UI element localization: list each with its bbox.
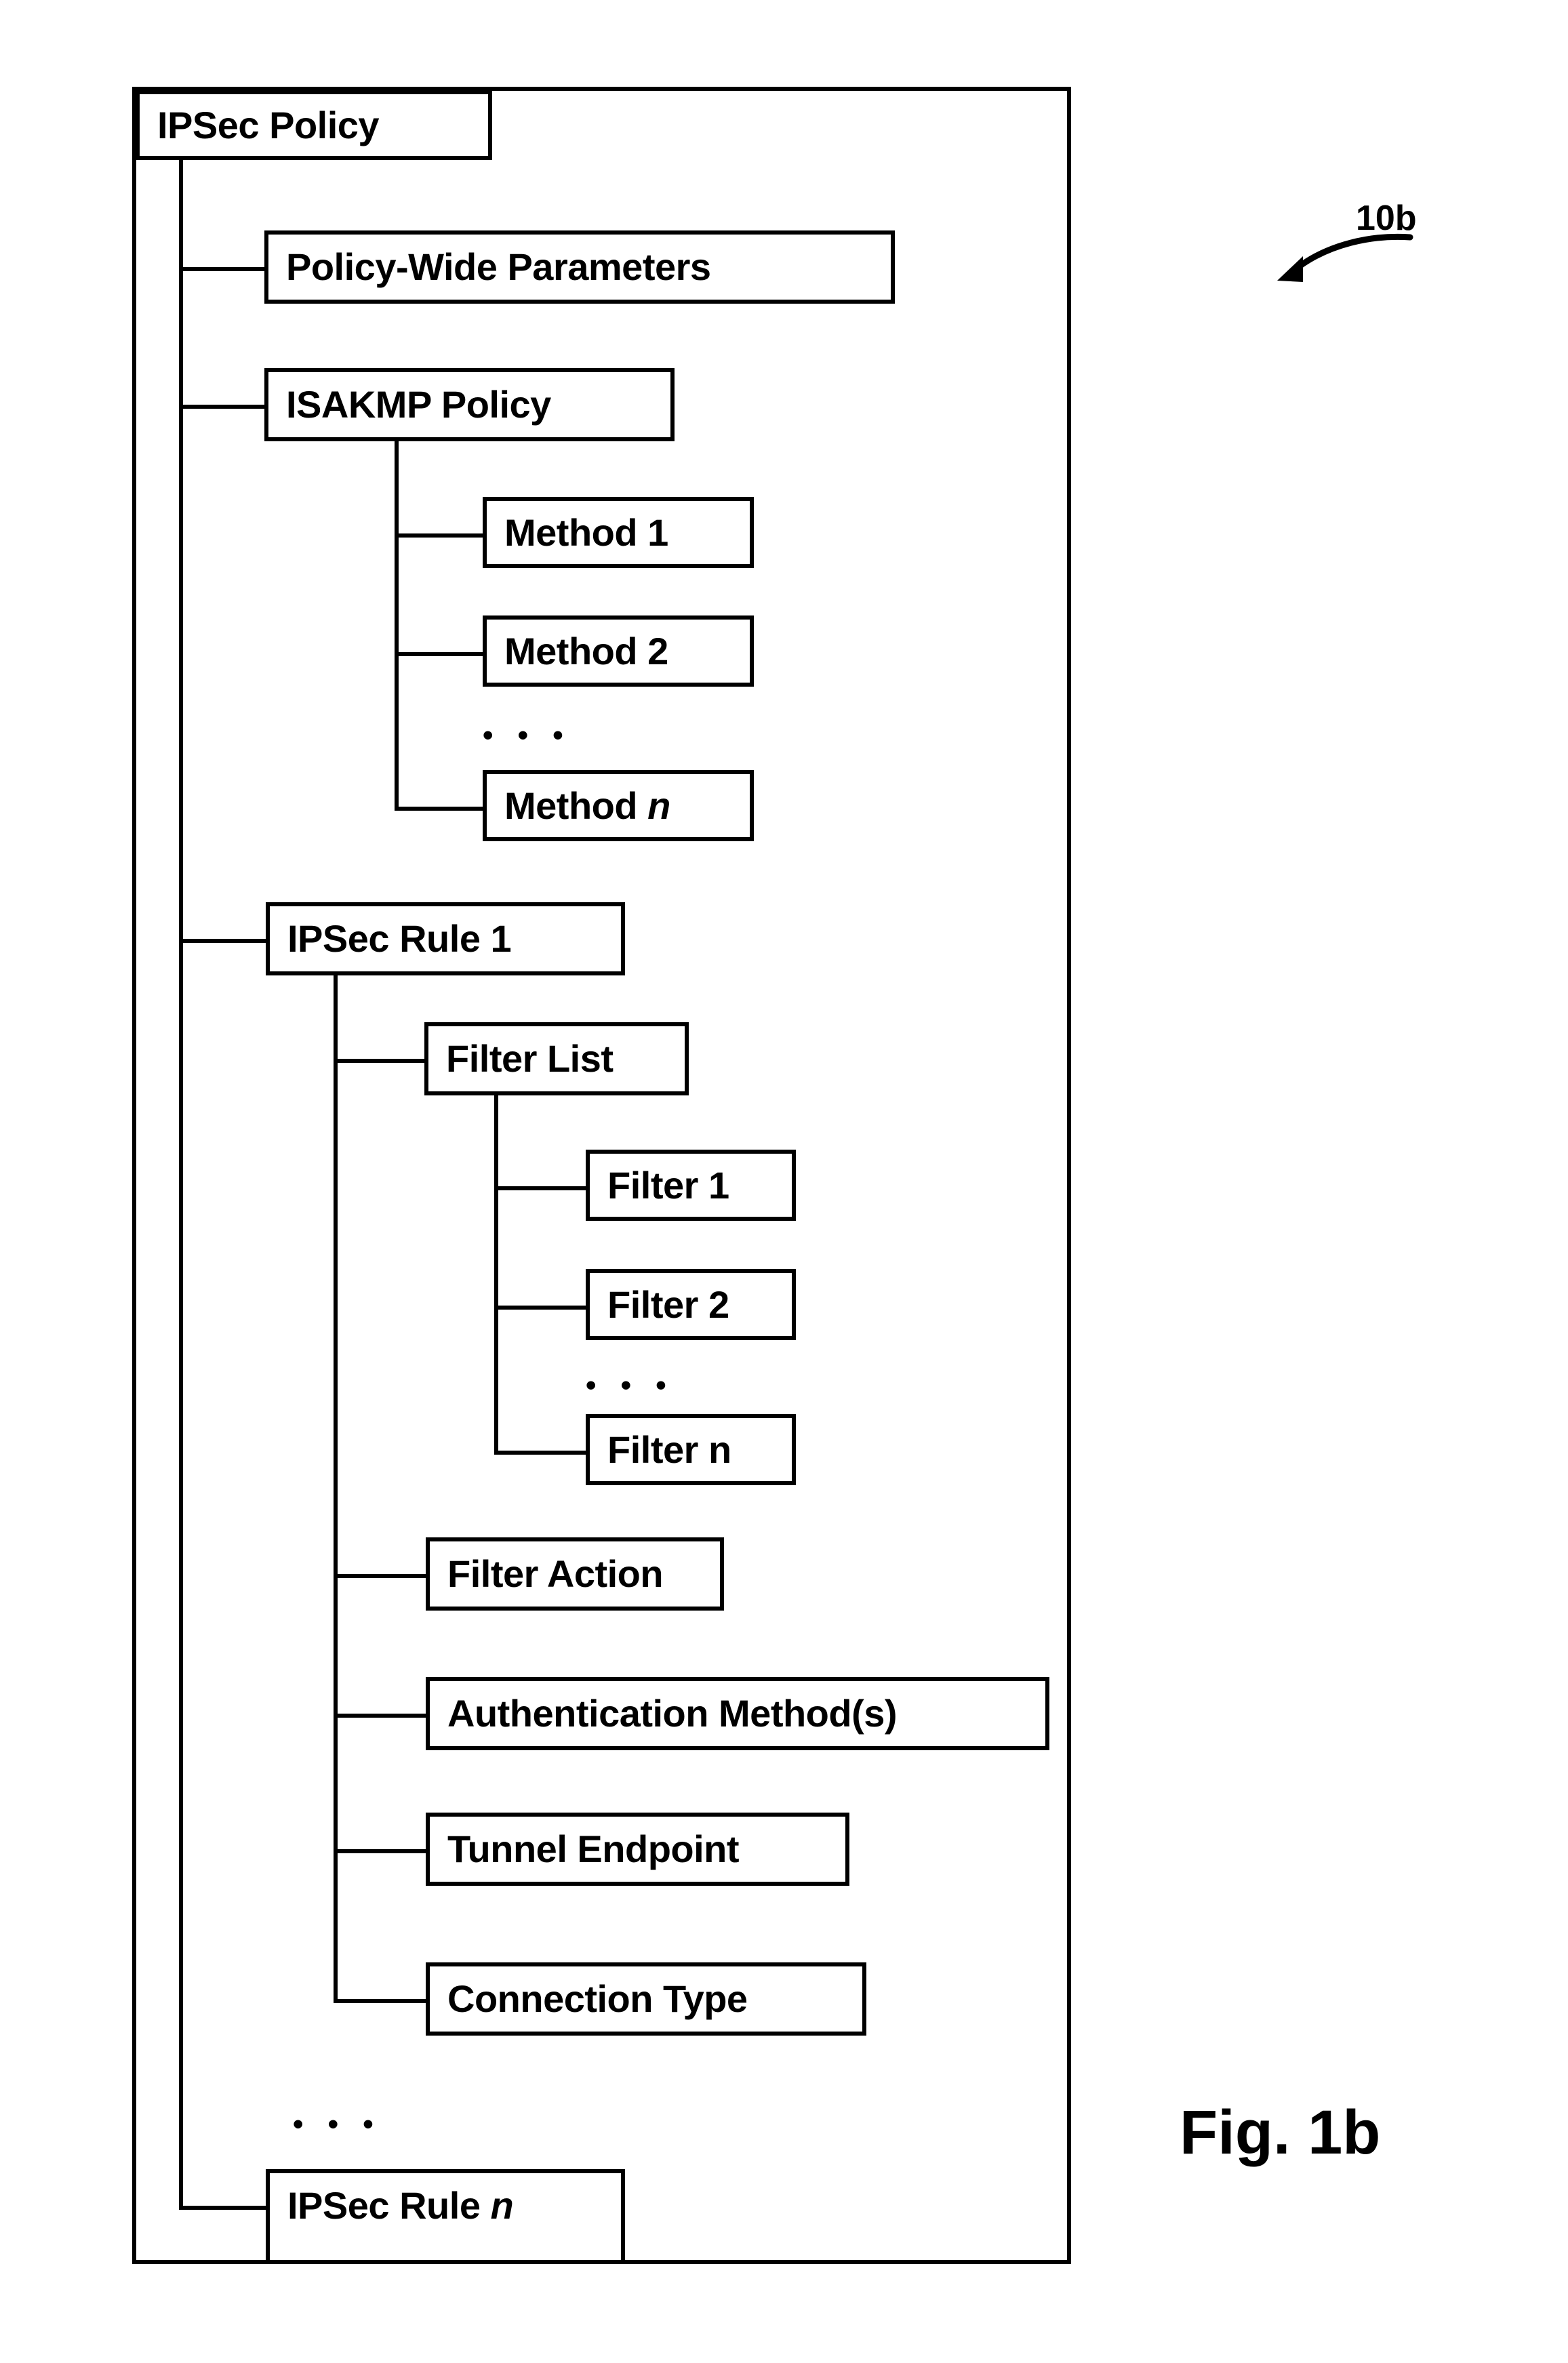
node-ipsec-rule-1: IPSec Rule 1 (266, 902, 625, 975)
node-label-filter-2: Filter 2 (607, 1283, 729, 1326)
node-label-method-n-index: n (647, 784, 670, 827)
ellipsis-filters: • • • (586, 1369, 675, 1402)
connector-root-to-rulen (179, 2206, 270, 2210)
connector-isakmp-trunk (395, 441, 399, 811)
connector-isakmp-to-methodn (395, 807, 485, 811)
node-ipsec-rule-n: IPSec Rule n (266, 2169, 625, 2264)
connector-filter-list-trunk (494, 1095, 498, 1455)
connector-rule1-to-filter-action (334, 1574, 427, 1578)
node-method-n: Method n (483, 770, 754, 841)
node-isakmp-policy: ISAKMP Policy (264, 368, 675, 441)
node-label-filter-list: Filter List (446, 1037, 614, 1080)
node-label-method-2: Method 2 (504, 629, 668, 672)
connector-root-to-isakmp (179, 405, 266, 409)
connector-rule1-to-auth-methods (334, 1714, 427, 1718)
node-label-filter-1: Filter 1 (607, 1163, 729, 1207)
node-label-policy-wide-parameters: Policy-Wide Parameters (286, 245, 711, 288)
connector-isakmp-to-method1 (395, 533, 485, 538)
figure-caption: Fig. 1b (1180, 2098, 1381, 2167)
connector-rule1-to-filter-list (334, 1059, 427, 1063)
node-authentication-methods: Authentication Method(s) (426, 1677, 1049, 1750)
reference-numeral-10b: 10b (1356, 199, 1417, 238)
figure-page: IPSec Policy Policy-Wide Parameters ISAK… (0, 0, 1568, 2363)
node-method-1: Method 1 (483, 497, 754, 568)
connector-rule1-to-tunnel-endpoint (334, 1849, 427, 1853)
connector-filterlist-to-filtern (494, 1451, 588, 1455)
node-label-tunnel-endpoint: Tunnel Endpoint (447, 1827, 740, 1870)
node-ipsec-policy: IPSec Policy (136, 90, 492, 160)
node-method-2: Method 2 (483, 615, 754, 687)
node-label-ipsec-rule-n-prefix: IPSec Rule (287, 2184, 491, 2227)
node-label-ipsec-rule-1: IPSec Rule 1 (287, 917, 512, 960)
node-label-ipsec-policy: IPSec Policy (157, 103, 380, 146)
node-label-method-n-prefix: Method (504, 784, 648, 827)
node-tunnel-endpoint: Tunnel Endpoint (426, 1813, 849, 1886)
node-label-ipsec-rule-n: IPSec Rule n (270, 2187, 531, 2225)
connector-filterlist-to-filter1 (494, 1186, 588, 1190)
ellipsis-ipsec-rules: • • • (293, 2107, 382, 2141)
node-label-ipsec-rule-n-index: n (490, 2184, 514, 2227)
node-label-connection-type: Connection Type (447, 1977, 748, 2020)
node-label-method-n: Method n (487, 784, 688, 827)
connector-root-to-policywide (179, 267, 266, 271)
ellipsis-methods: • • • (483, 719, 571, 752)
node-filter-action: Filter Action (426, 1537, 724, 1611)
connector-root-to-rule1 (179, 939, 270, 943)
node-label-filter-n: Filter n (607, 1428, 731, 1471)
connector-filterlist-to-filter2 (494, 1306, 588, 1310)
node-label-method-1: Method 1 (504, 510, 668, 554)
node-policy-wide-parameters: Policy-Wide Parameters (264, 230, 895, 304)
node-filter-2: Filter 2 (586, 1269, 796, 1340)
node-connection-type: Connection Type (426, 1962, 866, 2036)
node-label-authentication-methods: Authentication Method(s) (447, 1692, 898, 1735)
node-label-filter-action: Filter Action (447, 1552, 664, 1595)
node-filter-1: Filter 1 (586, 1150, 796, 1221)
node-label-isakmp-policy: ISAKMP Policy (286, 383, 551, 426)
node-filter-list: Filter List (424, 1022, 689, 1095)
node-filter-n: Filter n (586, 1414, 796, 1485)
connector-isakmp-to-method2 (395, 652, 485, 656)
connector-rule1-to-connection-type (334, 1999, 427, 2003)
connector-root-trunk (179, 160, 183, 2210)
